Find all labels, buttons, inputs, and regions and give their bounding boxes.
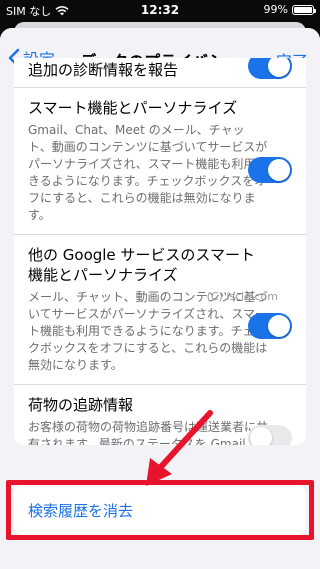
row-title: 追加の診断情報を報告 — [28, 61, 179, 79]
row-description: Gmail、Chat、Meet のメール、チャット、動画のコンテンツに基づいてサ… — [28, 123, 268, 222]
status-right: 99% — [263, 3, 316, 16]
settings-card: 追加の診断情報を報告 スマート機能とパーソナライズ Gmail、Chat、Mee… — [14, 58, 306, 445]
diagnostics-toggle[interactable] — [248, 58, 292, 79]
smart-features-toggle[interactable] — [248, 157, 292, 183]
watermark-text: (C) iscle.com — [206, 290, 278, 303]
google-services-toggle[interactable] — [248, 313, 292, 339]
row-title: スマート機能とパーソナライズ — [28, 99, 238, 117]
annotation-highlight-box — [6, 480, 314, 540]
status-bar: SIM なし 12:32 99% — [0, 0, 320, 20]
row-diagnostics: 追加の診断情報を報告 — [14, 58, 306, 88]
row-title: 荷物の追跡情報 — [28, 396, 134, 414]
package-tracking-toggle[interactable] — [248, 425, 292, 445]
battery-icon — [292, 4, 316, 15]
row-package-tracking: 荷物の追跡情報 お客様の荷物の荷物追跡番号は運送業者に共有されます。最新のステー… — [14, 385, 306, 445]
row-google-services: 他の Google サービスのスマート機能とパーソナライズ メール、チャット、動… — [14, 235, 306, 385]
battery-percent: 99% — [263, 3, 288, 16]
row-title: 他の Google サービスのスマート機能とパーソナライズ — [28, 246, 255, 284]
row-description: お客様の荷物の荷物追跡番号は運送業者に共有されます。最新のステータスを Gmai… — [28, 420, 269, 445]
row-smart-features: スマート機能とパーソナライズ Gmail、Chat、Meet のメール、チャット… — [14, 88, 306, 235]
